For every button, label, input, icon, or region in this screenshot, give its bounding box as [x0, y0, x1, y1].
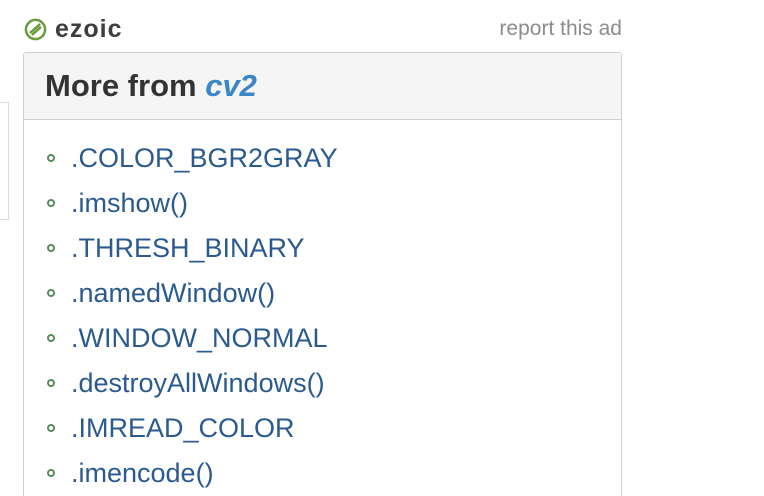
panel-title: More from cv2: [45, 68, 257, 104]
report-ad-link[interactable]: report this ad: [499, 16, 622, 42]
related-link[interactable]: .COLOR_BGR2GRAY: [71, 142, 338, 174]
ezoic-leaf-icon: [24, 18, 47, 40]
ad-attribution-bar: ezoic report this ad: [24, 12, 622, 46]
module-name[interactable]: cv2: [205, 68, 257, 103]
related-link[interactable]: .THRESH_BINARY: [71, 232, 305, 264]
related-link[interactable]: .imencode(): [71, 457, 214, 489]
related-link[interactable]: .IMREAD_COLOR: [71, 412, 295, 444]
bullet-icon: [47, 198, 55, 207]
list-item: .destroyAllWindows(): [47, 360, 338, 405]
bullet-icon: [47, 468, 55, 477]
list-item: .COLOR_BGR2GRAY: [47, 135, 338, 180]
bullet-icon: [47, 243, 55, 252]
related-link[interactable]: .destroyAllWindows(): [71, 367, 325, 399]
bullet-icon: [47, 288, 55, 297]
panel-header: More from cv2: [24, 53, 621, 120]
bullet-icon: [47, 423, 55, 432]
list-item: .WINDOW_NORMAL: [47, 315, 338, 360]
list-item: .namedWindow(): [47, 270, 338, 315]
related-items-list: .COLOR_BGR2GRAY .imshow() .THRESH_BINARY…: [47, 135, 338, 495]
bullet-icon: [47, 153, 55, 162]
bullet-icon: [47, 333, 55, 342]
related-link[interactable]: .WINDOW_NORMAL: [71, 322, 328, 354]
bullet-icon: [47, 378, 55, 387]
related-link[interactable]: .namedWindow(): [71, 277, 275, 309]
list-item: .imshow(): [47, 180, 338, 225]
list-item: .imencode(): [47, 450, 338, 495]
more-from-panel: More from cv2 .COLOR_BGR2GRAY .imshow() …: [23, 52, 622, 496]
related-link[interactable]: .imshow(): [71, 187, 188, 219]
panel-title-prefix: More from: [45, 68, 197, 103]
list-item: .THRESH_BINARY: [47, 225, 338, 270]
ezoic-logo[interactable]: ezoic: [24, 16, 123, 42]
ezoic-brand-text: ezoic: [55, 15, 123, 43]
list-item: .IMREAD_COLOR: [47, 405, 338, 450]
adjacent-panel-edge: [0, 102, 9, 220]
